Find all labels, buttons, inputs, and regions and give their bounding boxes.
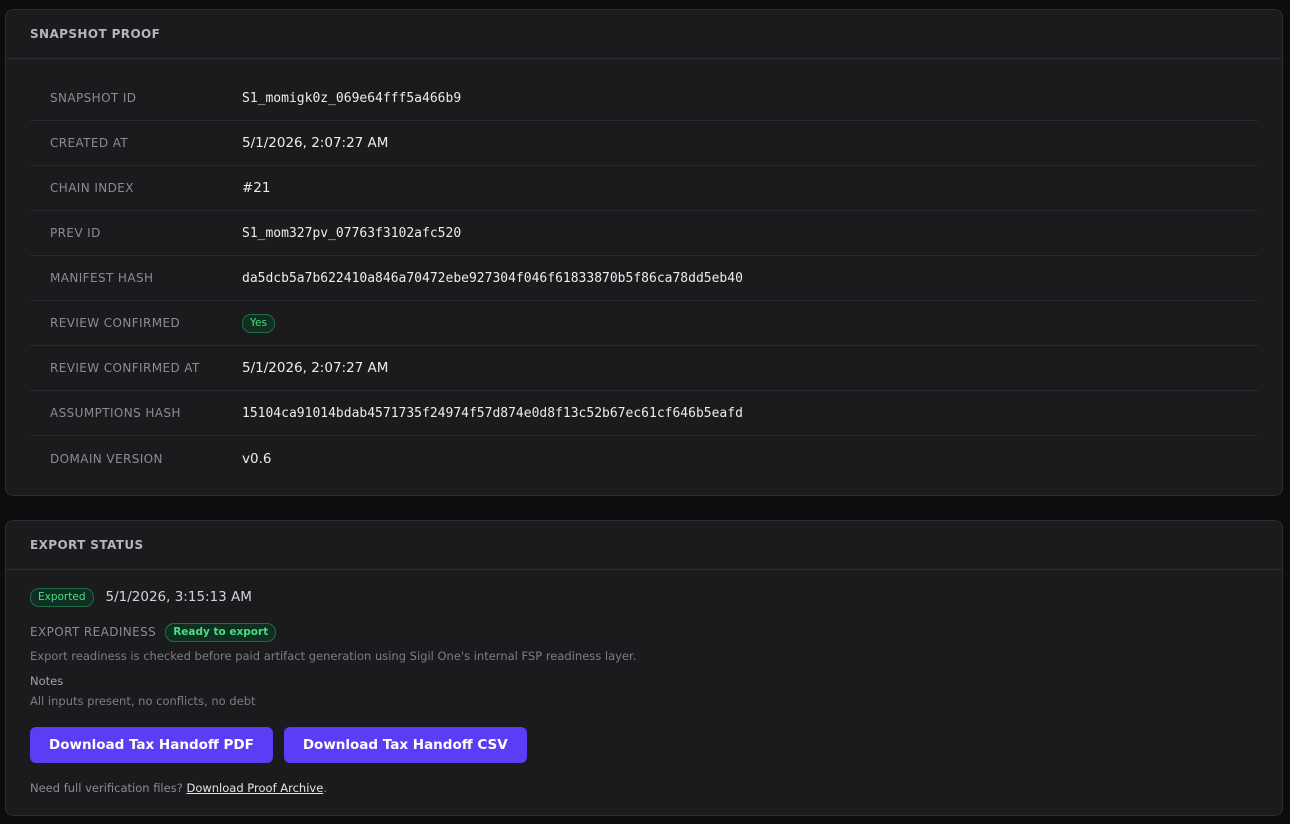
prev-id-value: S1_mom327pv_07763f3102afc520: [242, 225, 462, 241]
proof-row-assumptions-hash: ASSUMPTIONS HASH 15104ca91014bdab4571735…: [30, 391, 1258, 436]
notes-label: Notes: [30, 674, 64, 688]
ready-to-export-badge: Ready to export: [165, 622, 277, 642]
proof-row-manifest-hash: MANIFEST HASH da5dcb5a7b622410a846a70472…: [30, 256, 1258, 301]
footer-text: Need full verification files?: [30, 781, 183, 795]
proof-label: SNAPSHOT ID: [50, 91, 137, 105]
export-status-title: EXPORT STATUS: [6, 521, 1282, 570]
proof-label: CHAIN INDEX: [50, 181, 134, 195]
proof-label: ASSUMPTIONS HASH: [50, 406, 181, 420]
exported-at: 5/1/2026, 3:15:13 AM: [105, 589, 252, 605]
download-pdf-button[interactable]: Download Tax Handoff PDF: [30, 727, 273, 763]
proof-label: REVIEW CONFIRMED: [50, 316, 181, 330]
download-proof-archive-link[interactable]: Download Proof Archive: [186, 781, 323, 795]
export-readiness-description: Export readiness is checked before paid …: [30, 649, 637, 663]
export-readiness-label: EXPORT READINESS: [30, 625, 157, 639]
review-confirmed-at-value: 5/1/2026, 2:07:27 AM: [242, 360, 389, 376]
proof-label: DOMAIN VERSION: [50, 451, 163, 466]
footer-suffix: .: [323, 781, 327, 795]
export-readiness-line: EXPORT READINESS Ready to export: [30, 622, 1258, 642]
export-status-card: EXPORT STATUS Exported 5/1/2026, 3:15:13…: [5, 520, 1283, 816]
proof-archive-footer: Need full verification files? Download P…: [30, 781, 1258, 795]
proof-row-review-confirmed: REVIEW CONFIRMED Yes: [30, 301, 1258, 346]
notes-value: All inputs present, no conflicts, no deb…: [30, 694, 256, 708]
proof-row-review-confirmed-at: REVIEW CONFIRMED AT 5/1/2026, 2:07:27 AM: [30, 346, 1258, 391]
proof-row-snapshot-id: SNAPSHOT ID S1_momigk0z_069e64fff5a466b9: [30, 76, 1258, 121]
proof-row-prev-id: PREV ID S1_mom327pv_07763f3102afc520: [30, 211, 1258, 256]
proof-row-domain-version: DOMAIN VERSION v0.6: [30, 436, 1258, 481]
exported-badge: Exported: [30, 587, 94, 607]
export-status-body: Exported 5/1/2026, 3:15:13 AM EXPORT REA…: [30, 587, 1258, 795]
manifest-hash-value: da5dcb5a7b622410a846a70472ebe927304f046f…: [242, 270, 743, 286]
snapshot-id-value: S1_momigk0z_069e64fff5a466b9: [242, 90, 462, 106]
proof-label: CREATED AT: [50, 136, 129, 150]
proof-label: PREV ID: [50, 226, 101, 240]
created-at-value: 5/1/2026, 2:07:27 AM: [242, 135, 389, 151]
snapshot-proof-title: SNAPSHOT PROOF: [6, 10, 1282, 59]
snapshot-proof-table: SNAPSHOT ID S1_momigk0z_069e64fff5a466b9…: [30, 76, 1258, 481]
proof-row-created-at: CREATED AT 5/1/2026, 2:07:27 AM: [30, 121, 1258, 166]
proof-label: MANIFEST HASH: [50, 271, 154, 285]
assumptions-hash-value: 15104ca91014bdab4571735f24974f57d874e0d8…: [242, 405, 743, 421]
export-status-line: Exported 5/1/2026, 3:15:13 AM: [30, 587, 1258, 607]
proof-label: REVIEW CONFIRMED AT: [50, 361, 200, 375]
review-confirmed-badge: Yes: [242, 313, 275, 333]
domain-version-value: v0.6: [242, 450, 272, 467]
snapshot-proof-card: SNAPSHOT PROOF SNAPSHOT ID S1_momigk0z_0…: [5, 9, 1283, 496]
review-confirmed-value: Yes: [242, 313, 275, 333]
download-csv-button[interactable]: Download Tax Handoff CSV: [283, 727, 527, 763]
proof-row-chain-index: CHAIN INDEX #21: [30, 166, 1258, 211]
chain-index-value: #21: [242, 180, 271, 196]
download-buttons: Download Tax Handoff PDF Download Tax Ha…: [30, 727, 1258, 763]
